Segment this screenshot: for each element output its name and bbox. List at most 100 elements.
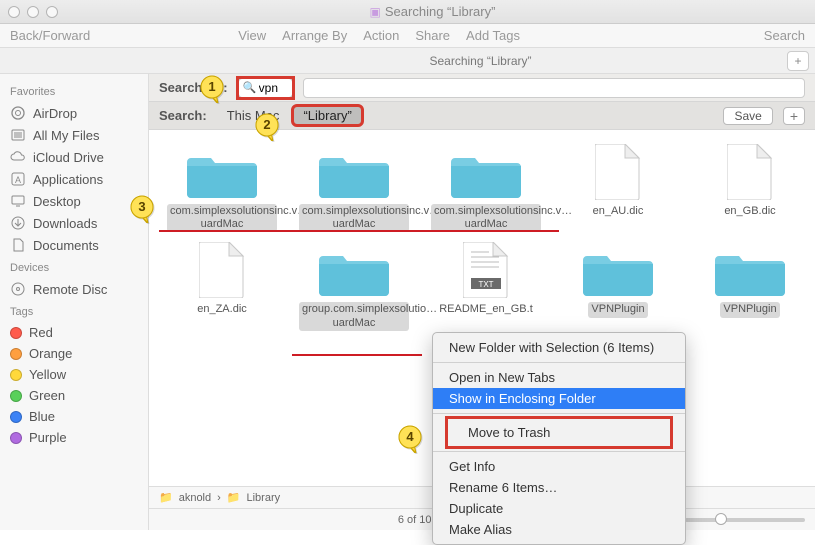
path-segment[interactable]: aknold (179, 492, 211, 504)
folder-icon (715, 242, 785, 298)
annotation-marker-1: 1 (200, 75, 228, 103)
folder-icon (451, 144, 521, 200)
search-scope-segment: This Mac “Library” (217, 106, 362, 125)
sidebar-item-label: AirDrop (33, 106, 77, 121)
sidebar-tag-purple[interactable]: Purple (10, 427, 148, 448)
zoom-window-icon[interactable] (46, 6, 58, 18)
search-field-wrapper: 🔍 (238, 78, 293, 98)
new-tab-button[interactable]: + (787, 51, 809, 71)
sidebar-item-remote-disc[interactable]: Remote Disc (10, 278, 148, 300)
sidebar-item-documents[interactable]: Documents (10, 234, 148, 256)
file-icon (715, 144, 785, 200)
grid-row: com.simplexsolutionsinc.v…uardMac com.sim… (167, 144, 805, 232)
search-result-field[interactable] (303, 78, 805, 98)
context-menu-item[interactable]: Show in Enclosing Folder (433, 388, 685, 409)
close-window-icon[interactable] (8, 6, 20, 18)
grid-item[interactable]: com.simplexsolutionsinc.v…uardMac (299, 144, 409, 232)
grid-item[interactable]: com.simplexsolutionsinc.v…uardMac (167, 144, 277, 232)
item-name: com.simplexsolutionsinc.v…uardMac (299, 204, 409, 232)
annotation-underline (292, 354, 422, 356)
grid-item[interactable]: VPNPlugin (563, 242, 673, 330)
item-name: VPNPlugin (720, 302, 779, 317)
grid-item[interactable]: en_GB.dic (695, 144, 805, 232)
tag-dot-icon (10, 327, 22, 339)
sidebar-item-label: Blue (29, 409, 55, 424)
tag-dot-icon (10, 411, 22, 423)
grid-item[interactable]: com.simplexsolutionsinc.v…uardMac (431, 144, 541, 232)
back-forward-control[interactable]: Back/Forward (10, 28, 90, 43)
add-criteria-button[interactable]: + (783, 107, 805, 125)
item-name: en_ZA.dic (194, 302, 250, 317)
folder-icon: 📁 (227, 491, 241, 504)
search-icon: 🔍 (243, 81, 257, 94)
icon-size-slider[interactable] (685, 518, 805, 522)
context-menu-item[interactable]: Rename 6 Items… (433, 477, 685, 498)
annotation-red-box: Move to Trash (445, 416, 673, 449)
folder-icon (187, 144, 257, 200)
toolbar-add-tags[interactable]: Add Tags (466, 28, 520, 43)
path-segment[interactable]: Library (247, 492, 281, 504)
scope-library[interactable]: “Library” (293, 106, 361, 125)
file-icon (583, 144, 653, 200)
sidebar-item-icloud-drive[interactable]: iCloud Drive (10, 146, 148, 168)
sidebar-item-applications[interactable]: AApplications (10, 168, 148, 190)
folder-icon: ▣ (370, 5, 381, 19)
tag-dot-icon (10, 348, 22, 360)
toolbar: Back/Forward View Arrange By Action Shar… (0, 24, 815, 48)
grid-item[interactable]: README_en_GB.t (431, 242, 541, 330)
save-search-button[interactable]: Save (723, 107, 772, 125)
context-menu-item[interactable]: Open in New Tabs (433, 367, 685, 388)
toolbar-arrange-by[interactable]: Arrange By (282, 28, 347, 43)
context-menu-item[interactable]: New Folder with Selection (6 Items) (433, 337, 685, 358)
toolbar-share[interactable]: Share (415, 28, 450, 43)
sidebar-tag-blue[interactable]: Blue (10, 406, 148, 427)
title-bar: ▣ Searching “Library” (0, 0, 815, 24)
grid-item[interactable]: en_AU.dic (563, 144, 673, 232)
toolbar-action[interactable]: Action (363, 28, 399, 43)
folder-icon (319, 144, 389, 200)
sidebar-header-favorites: Favorites (10, 86, 148, 98)
annotation-underline (159, 230, 559, 232)
annotation-marker-3: 3 (130, 195, 158, 223)
sidebar-tag-orange[interactable]: Orange (10, 343, 148, 364)
grid-item[interactable]: VPNPlugin (695, 242, 805, 330)
sidebar-tag-yellow[interactable]: Yellow (10, 364, 148, 385)
context-menu-item[interactable]: Get Info (433, 456, 685, 477)
sidebar-item-label: Applications (33, 172, 103, 187)
context-menu-item[interactable]: Duplicate (433, 498, 685, 519)
folder-icon: 📁 (159, 491, 173, 504)
sidebar-item-label: Red (29, 325, 53, 340)
sidebar-item-label: Orange (29, 346, 72, 361)
sidebar-item-label: iCloud Drive (33, 150, 104, 165)
sidebar-item-label: Documents (33, 238, 99, 253)
file-icon (187, 242, 257, 298)
grid-item[interactable]: group.com.simplexsolutio…uardMac (299, 242, 409, 330)
search-row: Search for: 🔍 (149, 74, 815, 102)
file-icon (451, 242, 521, 298)
toolbar-search[interactable]: Search (764, 28, 805, 43)
sidebar-item-label: All My Files (33, 128, 99, 143)
grid-item[interactable]: en_ZA.dic (167, 242, 277, 330)
sidebar-item-label: Downloads (33, 216, 97, 231)
sidebar-item-airdrop[interactable]: AirDrop (10, 102, 148, 124)
sidebar-item-label: Desktop (33, 194, 81, 209)
minimize-window-icon[interactable] (27, 6, 39, 18)
sidebar-item-label: Green (29, 388, 65, 403)
sidebar-item-desktop[interactable]: Desktop (10, 190, 148, 212)
search-scope-label: Search: (159, 108, 207, 123)
sidebar-tag-green[interactable]: Green (10, 385, 148, 406)
context-menu[interactable]: New Folder with Selection (6 Items) Open … (432, 332, 686, 545)
window-title: ▣ Searching “Library” (58, 4, 807, 19)
window-title-text: Searching “Library” (385, 4, 496, 19)
sidebar-item-downloads[interactable]: Downloads (10, 212, 148, 234)
item-name: en_GB.dic (721, 204, 778, 219)
context-menu-item[interactable]: Move to Trash (452, 422, 666, 443)
sidebar-tag-red[interactable]: Red (10, 322, 148, 343)
item-name: VPNPlugin (588, 302, 647, 317)
item-name: group.com.simplexsolutio…uardMac (299, 302, 409, 330)
tag-dot-icon (10, 390, 22, 402)
toolbar-view[interactable]: View (238, 28, 266, 43)
slider-knob[interactable] (715, 513, 727, 525)
sidebar-item-label: Purple (29, 430, 67, 445)
sidebar-item-all-my-files[interactable]: All My Files (10, 124, 148, 146)
